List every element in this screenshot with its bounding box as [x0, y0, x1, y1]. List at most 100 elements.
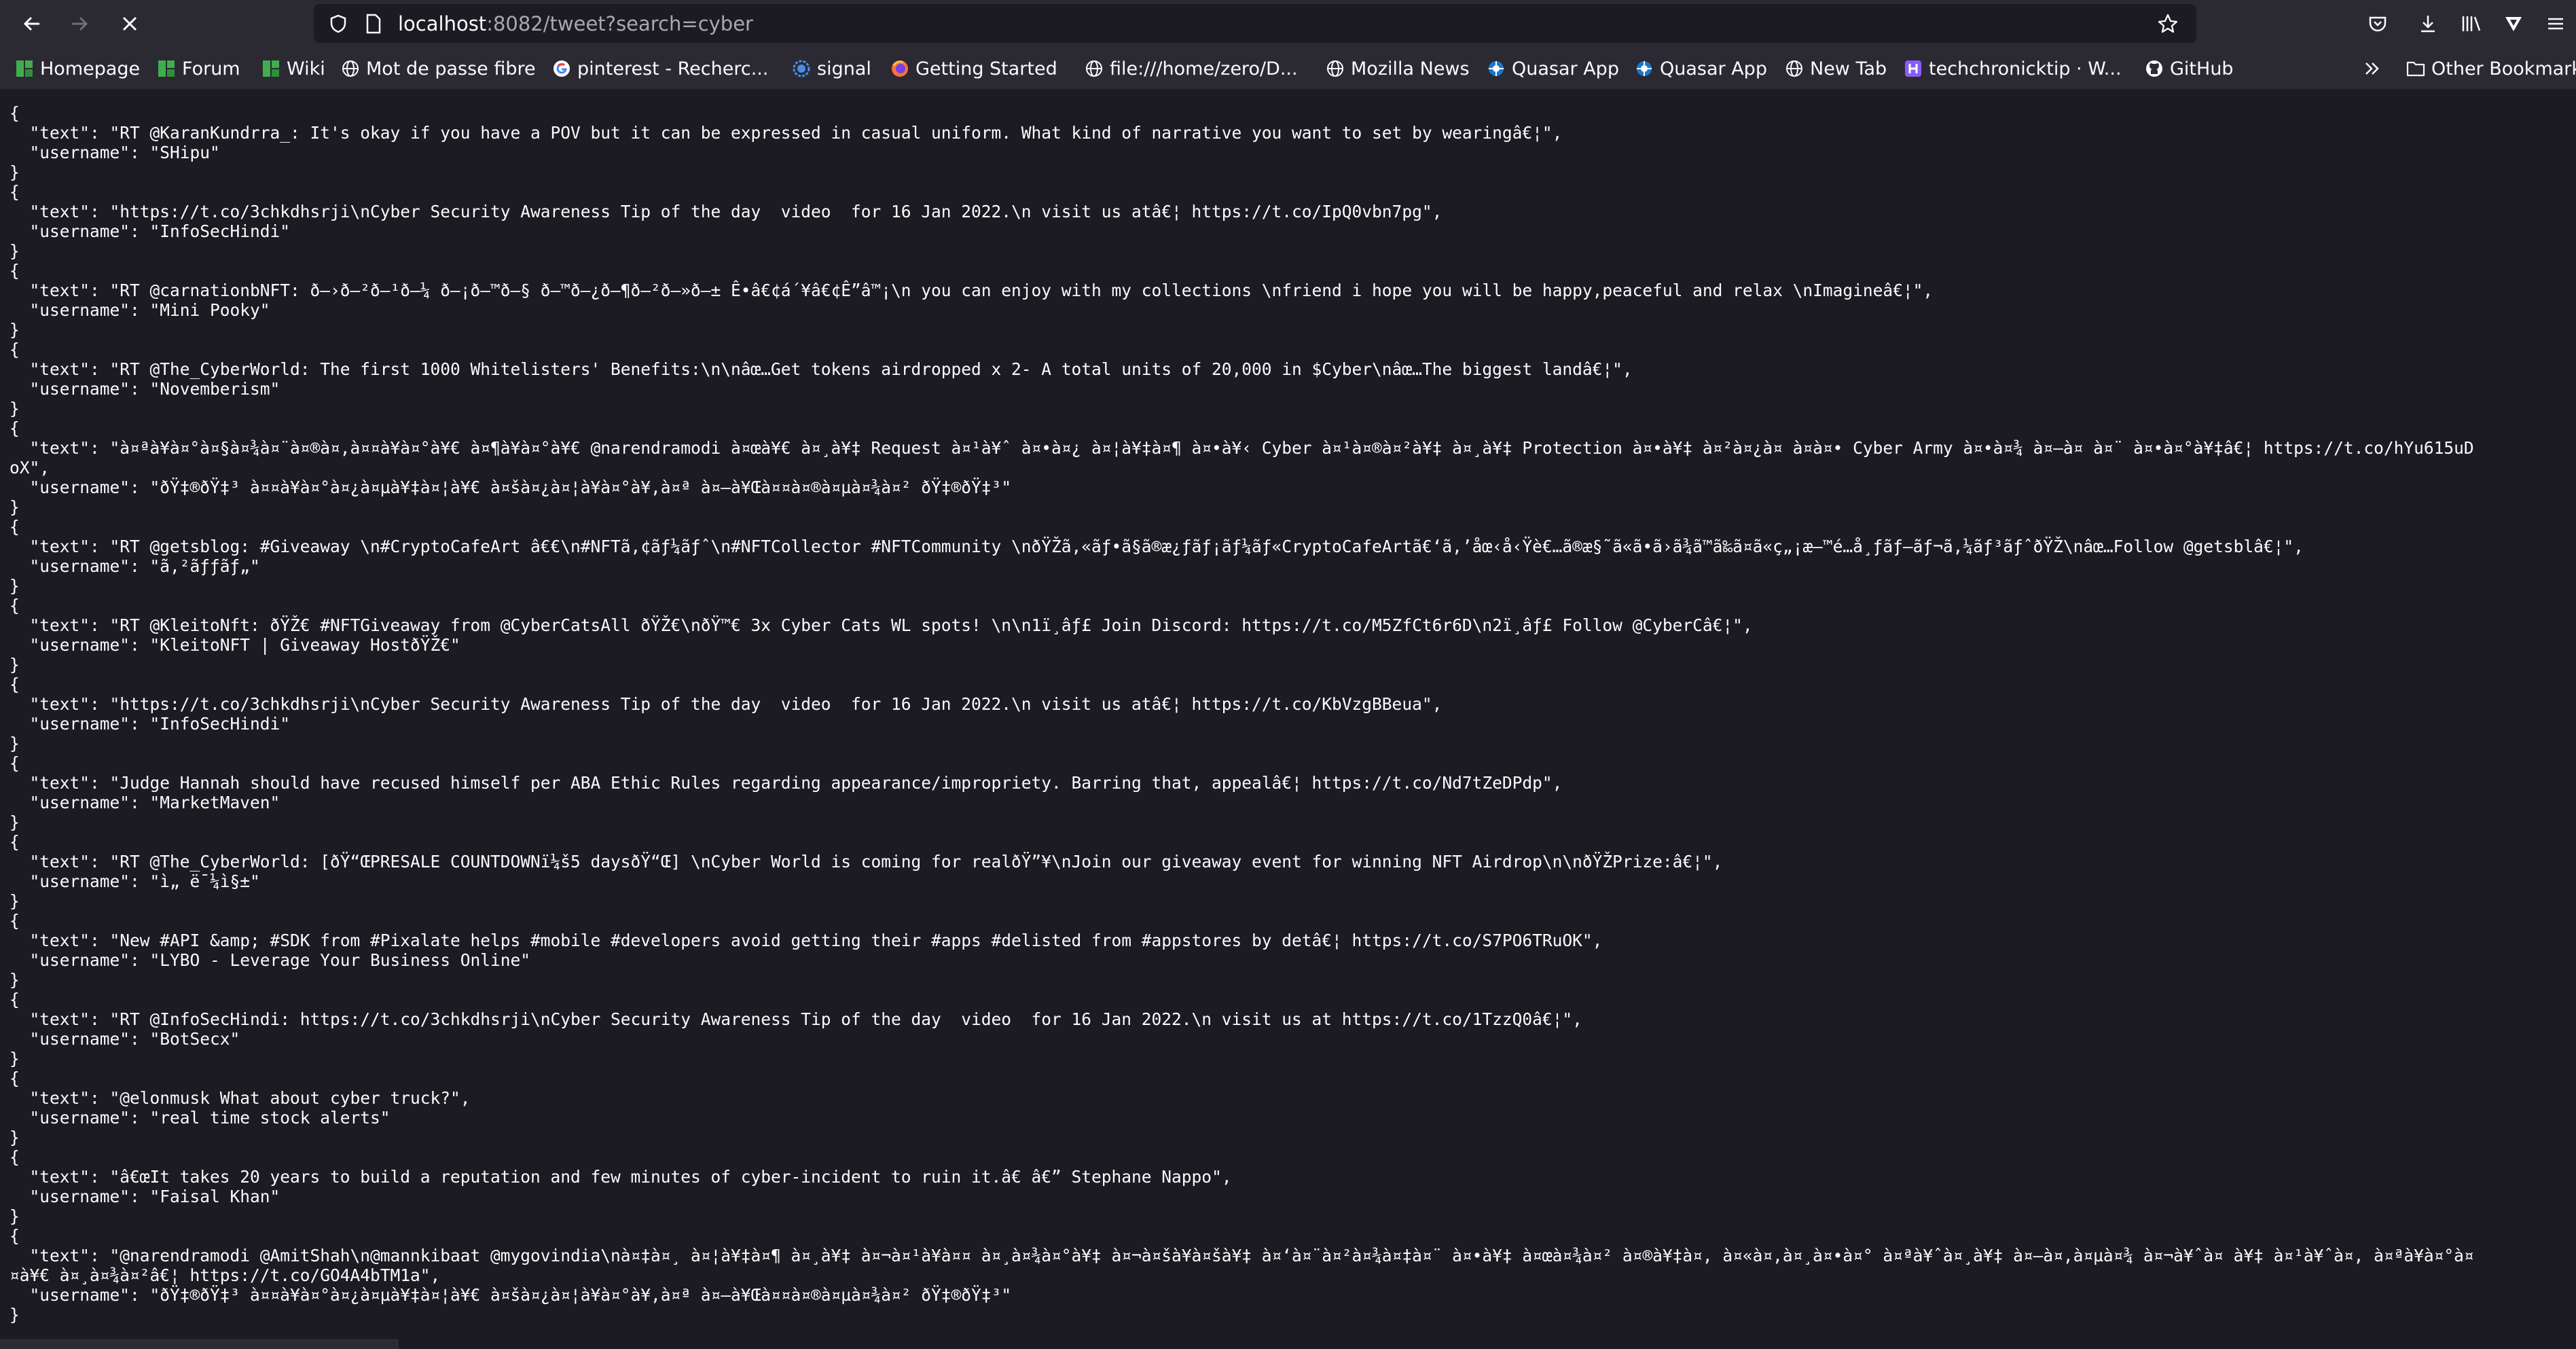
vpn-shield-icon[interactable]: [2497, 7, 2530, 41]
bookmark-techchronicktip[interactable]: techchronicktip · W...: [1904, 56, 2122, 82]
bookmark-label: Forum: [182, 58, 240, 79]
bookmark-label: Getting Started: [915, 58, 1057, 79]
json-raw-output: { "text": "RT @KaranKundrra_: It's okay …: [0, 103, 2482, 1325]
json-open-brace: {: [10, 517, 20, 537]
tweet-text: RT @getsblog: #Giveaway \n#CryptoCafeArt…: [120, 537, 2284, 556]
browser-chrome: localhost:8082/tweet?search=cyber Homepa…: [0, 0, 2576, 89]
bookmark-github[interactable]: GitHub: [2145, 56, 2234, 82]
address-bar[interactable]: localhost:8082/tweet?search=cyber: [314, 4, 2196, 43]
tweet-record: { "text": "Judge Hannah should have recu…: [10, 753, 1563, 832]
folder-icon: [2406, 59, 2425, 78]
json-close-brace: }: [10, 1128, 20, 1147]
bookmark-label: Quasar App: [1512, 58, 1619, 79]
stop-loading-icon[interactable]: [113, 7, 147, 41]
downloads-icon[interactable]: [2411, 7, 2445, 41]
bookmark-pinterest-search[interactable]: pinterest - Recherc...: [552, 56, 768, 82]
forward-arrow-icon[interactable]: [62, 7, 96, 41]
url-host: localhost: [398, 12, 487, 35]
tweet-text: RT @InfoSecHindi: https://t.co/3chkdhsrj…: [120, 1009, 1563, 1029]
bookmark-label: Quasar App: [1660, 58, 1767, 79]
tweet-text: New #API &amp; #SDK from #Pixalate helps…: [120, 931, 1582, 950]
json-close-brace: }: [10, 1049, 20, 1068]
tweet-text: RT @KaranKundrra_: It's okay if you have…: [120, 123, 1542, 143]
json-open-brace: {: [10, 340, 20, 359]
bookmark-getting-started[interactable]: Getting Started: [890, 56, 1057, 82]
tweet-username: ðŸ‡®ðŸ‡³ à¤¤à¥à¤°à¤¿à¤µà¥‡à¤¦à¥€ à¤šà¤¿à…: [160, 1285, 1002, 1305]
back-arrow-icon[interactable]: [15, 7, 49, 41]
bookmark-file-home-zero[interactable]: file:///home/zero/D...: [1085, 56, 1298, 82]
bookmark-wiki[interactable]: Wiki: [261, 56, 325, 82]
signal-icon: [792, 59, 811, 78]
tweet-username: MarketMaven: [160, 793, 270, 812]
h-icon: [1904, 59, 1923, 78]
json-close-brace: }: [10, 812, 20, 832]
tweet-text: RT @The_CyberWorld: The first 1000 White…: [120, 359, 1613, 379]
url-text[interactable]: localhost:8082/tweet?search=cyber: [398, 12, 753, 35]
bookmark-homepage[interactable]: Homepage: [15, 56, 140, 82]
json-close-brace: }: [10, 1206, 20, 1226]
tweet-text: à¤ªà¥à¤°à¤§à¤¾à¤¨à¤®à¤‚à¤¤à¥à¤°à¥€ à¤¶à¥…: [10, 438, 2474, 478]
bookmark-mot-de-passe-fibre[interactable]: Mot de passe fibre: [341, 56, 536, 82]
json-close-brace: }: [10, 497, 20, 517]
json-viewer: { "text": "RT @KaranKundrra_: It's okay …: [0, 103, 2576, 1339]
bookmark-quasar-app[interactable]: Quasar App: [1487, 56, 1619, 82]
firefox-icon: [890, 59, 909, 78]
tweet-text: Judge Hannah should have recused himself…: [120, 773, 1542, 793]
bookmark-star-icon[interactable]: [2157, 13, 2179, 35]
tweet-record: { "text": "@narendramodi @AmitShah\n@man…: [10, 1226, 2474, 1325]
tweet-record: { "text": "@elonmusk What about cyber tr…: [10, 1068, 471, 1147]
json-open-brace: {: [10, 911, 20, 931]
tweet-username: Novemberism: [160, 379, 270, 399]
bookmark-other-bookmarks[interactable]: Other Bookmarks: [2406, 56, 2576, 82]
menu-icon[interactable]: [2539, 7, 2573, 41]
bookmark-new-tab[interactable]: New Tab: [1785, 56, 1887, 82]
tweet-record: { "text": "RT @carnationbNFT: ð–›ð–²ð–¹ð…: [10, 261, 1934, 340]
bookmark-label: signal: [817, 58, 871, 79]
status-panel: [0, 1339, 398, 1349]
tweet-text: @narendramodi @AmitShah\n@mannkibaat @my…: [10, 1246, 2474, 1285]
tweet-username: KleitoNFT | Giveaway HostðŸŽ€: [160, 635, 451, 655]
json-close-brace: }: [10, 399, 20, 418]
bookmark-signal[interactable]: signal: [792, 56, 871, 82]
url-path: :8082/tweet?search=cyber: [486, 12, 753, 35]
tweet-username: real time stock alerts: [160, 1108, 380, 1128]
green-grid-icon: [157, 59, 176, 78]
bookmark-label: GitHub: [2170, 58, 2234, 79]
library-icon[interactable]: [2454, 7, 2488, 41]
bookmark-label: Mot de passe fibre: [366, 58, 536, 79]
json-close-brace: }: [10, 162, 20, 182]
tweet-username: ã‚²ãƒƒãƒ„: [160, 556, 251, 576]
bookmarks-overflow-chevron-icon[interactable]: [2363, 56, 2381, 82]
bookmark-mozilla-news[interactable]: Mozilla News: [1326, 56, 1470, 82]
github-icon: [2145, 59, 2164, 78]
tweet-record: { "text": "RT @getsblog: #Giveaway \n#Cr…: [10, 517, 2304, 596]
json-close-brace: }: [10, 320, 20, 340]
bookmarks-toolbar: Homepage Forum Wiki Mot de passe fibre p…: [0, 53, 2576, 84]
json-open-brace: {: [10, 832, 20, 852]
green-grid-icon: [261, 59, 280, 78]
page-icon[interactable]: [363, 13, 384, 35]
tweet-text: RT @KleitoNft: ðŸŽ€ #NFTGiveaway from @C…: [120, 615, 1733, 635]
bookmark-label: Homepage: [40, 58, 141, 79]
tweet-record: { "text": "â€œIt takes 20 years to build…: [10, 1147, 1232, 1226]
json-close-brace: }: [10, 970, 20, 990]
json-close-brace: }: [10, 576, 20, 596]
tweet-record: { "text": "RT @InfoSecHindi: https://t.c…: [10, 990, 1582, 1068]
shield-icon[interactable]: [327, 13, 349, 35]
bookmark-label: Other Bookmarks: [2431, 58, 2576, 79]
tweet-username: ì„ ë¯¼ì§±: [160, 871, 251, 891]
tweet-username: BotSecx: [160, 1029, 230, 1049]
pocket-icon[interactable]: [2361, 7, 2395, 41]
json-open-brace: {: [10, 418, 20, 438]
bookmark-forum[interactable]: Forum: [157, 56, 240, 82]
bookmark-quasar-app-2[interactable]: Quasar App: [1635, 56, 1767, 82]
bookmark-label: techchronicktip · W...: [1929, 58, 2122, 79]
tweet-text: RT @carnationbNFT: ð–›ð–²ð–¹ð–¼ ð–¡ð–™ð–…: [120, 281, 1913, 300]
tweet-record: { "text": "à¤ªà¥à¤°à¤§à¤¾à¤¨à¤®à¤‚à¤¤à¥à…: [10, 418, 2474, 517]
bookmark-label: Wiki: [287, 58, 325, 79]
tweet-username: Faisal Khan: [160, 1187, 270, 1206]
bookmark-label: New Tab: [1810, 58, 1887, 79]
json-open-brace: {: [10, 261, 20, 281]
tweet-text: â€œIt takes 20 years to build a reputati…: [120, 1167, 1212, 1187]
tweet-username: SHipu: [160, 143, 211, 162]
